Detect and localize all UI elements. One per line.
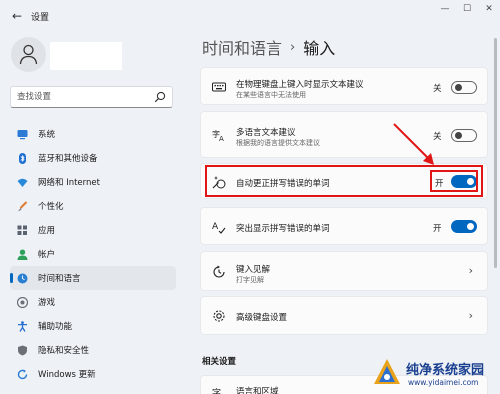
watermark-logo-icon (374, 359, 400, 384)
bluetooth-icon (19, 152, 26, 164)
sidebar-item-label: 网络和 Internet (38, 178, 100, 188)
sidebar-item-label: Windows 更新 (38, 370, 96, 380)
physical-keyboard-toggle[interactable] (451, 81, 477, 94)
sidebar-item-label: 帐户 (38, 250, 56, 260)
monitor-icon (17, 129, 28, 139)
page-title: 输入 (303, 39, 336, 58)
card-title: 高级键盘设置 (236, 313, 288, 323)
card-title: 语言和区域 (236, 387, 279, 394)
card-subtitle: 打字见解 (236, 276, 264, 284)
maximize-button[interactable]: ☐ (456, 0, 478, 20)
sidebar-item-label: 应用 (38, 226, 56, 236)
toggle-knob (455, 132, 462, 139)
chevron-right-icon: › (468, 309, 473, 322)
chevron-right-icon: › (468, 264, 473, 277)
apps-icon (17, 225, 27, 235)
highlight-misspelled-toggle[interactable] (451, 220, 477, 233)
sidebar-item-label: 系统 (38, 130, 56, 140)
search-input[interactable] (17, 90, 147, 104)
annotation-toggle-box (430, 170, 478, 192)
sidebar-item-accessibility[interactable]: 辅助功能 (10, 314, 176, 338)
gear-icon (213, 310, 225, 322)
translate-icon: 字A (212, 129, 224, 142)
card-subtitle: 在某些语言中无法使用 (236, 91, 306, 99)
toggle-knob (455, 84, 462, 91)
card-title: 突出显示拼写错误的单词 (236, 224, 330, 234)
toggle-state-label: 关 (433, 84, 442, 94)
card-physical-keyboard-suggestions: 在物理键盘上键入时显示文本建议 在某些语言中无法使用 关 (200, 67, 488, 105)
scrollbar[interactable] (494, 38, 497, 268)
account-icon (17, 249, 28, 260)
update-icon (17, 369, 28, 379)
card-advanced-keyboard[interactable]: 高级键盘设置 › (200, 296, 488, 335)
window-controls: — ☐ ✕ (434, 0, 500, 20)
sidebar-item-label: 隐私和安全性 (38, 346, 90, 356)
watermark-url: www.yidaimei.com (408, 378, 479, 387)
accessibility-icon (18, 320, 27, 332)
annotation-arrow-icon (393, 123, 434, 165)
sidebar-item-time-language[interactable]: 时间和语言 (10, 266, 176, 290)
card-subtitle: 根据我的语言提供文本建议 (236, 139, 320, 147)
svg-text:A: A (212, 222, 219, 232)
sidebar-nav: 系统 蓝牙和其他设备 网络和 Internet 个性化 应用 帐户 时间和语言 … (10, 122, 176, 386)
spell-check-icon: A (212, 222, 226, 234)
title-bar: ← 设置 — ☐ ✕ (0, 0, 500, 32)
breadcrumb-separator: › (290, 39, 296, 55)
sidebar-item-windows-update[interactable]: Windows 更新 (10, 362, 176, 386)
wifi-icon (17, 178, 28, 187)
multilingual-toggle[interactable] (451, 129, 477, 142)
watermark-text: 纯净系统家园 (406, 363, 485, 378)
keyboard-icon (212, 82, 226, 92)
history-icon (213, 265, 225, 278)
user-name-redacted (50, 42, 122, 70)
toggle-state-label: 开 (433, 224, 442, 234)
card-title: 键入见解 (236, 265, 271, 275)
sidebar-item-personalization[interactable]: 个性化 (10, 194, 176, 218)
sidebar-item-apps[interactable]: 应用 (10, 218, 176, 242)
sidebar-item-label: 辅助功能 (38, 322, 73, 332)
svg-text:A: A (219, 135, 224, 142)
toggle-knob (467, 223, 474, 230)
card-multilingual-suggestions: 字A 多语言文本建议 根据我的语言提供文本建议 关 (200, 111, 488, 158)
back-button[interactable]: ← (8, 8, 26, 24)
sidebar-item-accounts[interactable]: 帐户 (10, 242, 176, 266)
person-icon (19, 44, 38, 65)
sidebar-item-label: 蓝牙和其他设备 (38, 154, 98, 164)
sidebar-item-network[interactable]: 网络和 Internet (10, 170, 176, 194)
sidebar-item-label: 游戏 (38, 298, 56, 308)
breadcrumb: 时间和语言 › 输入 (202, 35, 335, 59)
gamepad-icon (17, 296, 28, 308)
card-title: 在物理键盘上键入时显示文本建议 (236, 80, 364, 90)
sidebar-item-label: 个性化 (38, 202, 64, 212)
sidebar-item-label: 时间和语言 (38, 274, 81, 284)
card-typing-insights[interactable]: 键入见解 打字见解 › (200, 251, 488, 291)
minimize-button[interactable]: — (434, 0, 456, 20)
breadcrumb-parent[interactable]: 时间和语言 (202, 35, 282, 59)
brush-icon (18, 200, 28, 211)
search-box[interactable] (10, 86, 173, 108)
globe-clock-icon (17, 273, 28, 283)
sidebar-item-gaming[interactable]: 游戏 (10, 290, 176, 314)
svg-text:字: 字 (212, 387, 221, 394)
app-title: 设置 (31, 13, 50, 23)
search-icon[interactable] (154, 91, 166, 103)
language-icon: 字 (212, 387, 221, 394)
card-title: 多语言文本建议 (236, 128, 296, 138)
avatar[interactable] (11, 37, 46, 72)
sidebar-item-bluetooth[interactable]: 蓝牙和其他设备 (10, 146, 176, 170)
close-button[interactable]: ✕ (478, 0, 500, 20)
shield-icon (18, 345, 27, 355)
sidebar-item-system[interactable]: 系统 (10, 122, 176, 146)
watermark: 纯净系统家园 www.yidaimei.com (372, 356, 500, 394)
sidebar-item-privacy[interactable]: 隐私和安全性 (10, 338, 176, 362)
related-settings-heading: 相关设置 (202, 357, 237, 367)
card-highlight-misspelled: A 突出显示拼写错误的单词 开 (200, 207, 488, 245)
